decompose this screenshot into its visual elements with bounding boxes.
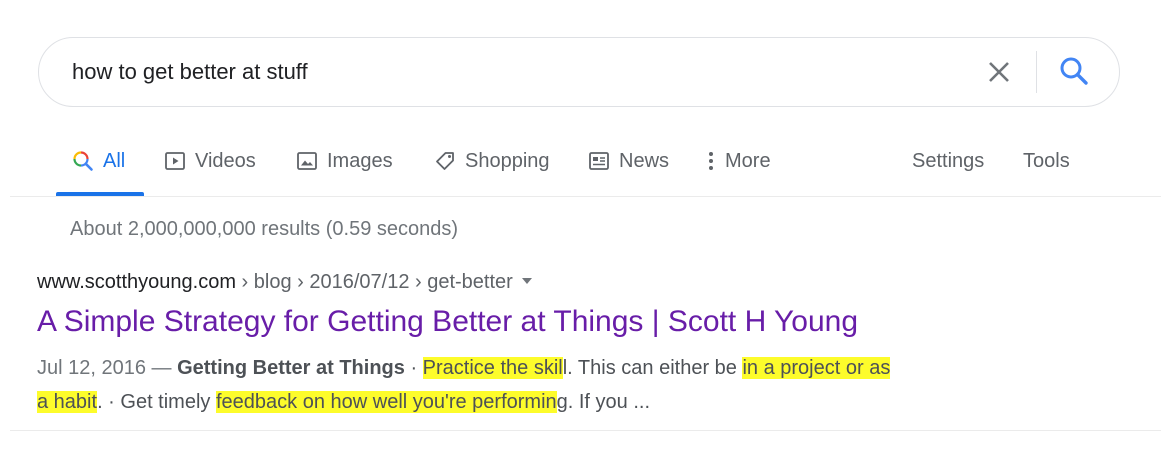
search-divider [1036, 51, 1037, 93]
search-icon [72, 150, 94, 172]
result-snippet: Jul 12, 2016 — Getting Better at Things … [37, 351, 1037, 419]
tab-shopping-label: Shopping [465, 150, 550, 172]
snippet-highlight: a habit [37, 391, 98, 413]
result-stats: About 2,000,000,000 results (0.59 second… [70, 218, 459, 240]
tab-videos[interactable]: Videos [164, 140, 256, 196]
magnifier-icon [1060, 57, 1088, 85]
image-icon [296, 150, 318, 172]
search-box[interactable] [38, 37, 1120, 107]
newspaper-icon [588, 150, 610, 172]
tab-tools[interactable]: Tools [1023, 140, 1070, 196]
tab-more-label: More [725, 150, 771, 172]
tab-news[interactable]: News [588, 140, 669, 196]
tab-videos-label: Videos [195, 150, 256, 172]
tag-icon [434, 150, 456, 172]
tab-settings-label: Settings [912, 150, 985, 172]
tab-all[interactable]: All [72, 140, 125, 196]
snippet-text: . · Get timely [97, 391, 216, 413]
snippet-bold-text: Getting Better at Things [177, 357, 405, 379]
tab-images-label: Images [327, 150, 393, 172]
result-divider [10, 430, 1161, 431]
more-vert-icon [706, 150, 716, 172]
snippet-highlight: Practice the skil [422, 357, 563, 379]
tab-shopping[interactable]: Shopping [434, 140, 550, 196]
result-url[interactable]: www.scotthyoung.com › blog › 2016/07/12 … [37, 271, 532, 294]
snippet-text: l. This can either be [562, 357, 743, 379]
tab-all-label: All [103, 150, 126, 172]
tab-tools-label: Tools [1023, 150, 1070, 172]
play-icon [164, 150, 186, 172]
chevron-down-icon[interactable] [521, 277, 532, 284]
search-input[interactable] [72, 54, 952, 90]
snippet-text: g. If you ... [556, 391, 651, 413]
result-breadcrumbs: › blog › 2016/07/12 › get-better [235, 271, 513, 293]
search-tabs: All Videos Images Shopping News More Set… [0, 140, 1161, 196]
result-date: Jul 12, 2016 — [37, 357, 178, 379]
tab-settings[interactable]: Settings [912, 140, 984, 196]
snippet-highlight: feedback on how well you're performin [215, 391, 557, 413]
tabs-divider [10, 196, 1161, 197]
tab-news-label: News [619, 150, 670, 172]
clear-search-button[interactable] [983, 56, 1015, 88]
search-button[interactable] [1057, 54, 1091, 88]
close-icon [989, 62, 1009, 82]
result-title-link[interactable]: A Simple Strategy for Getting Better at … [37, 305, 858, 339]
tab-images[interactable]: Images [296, 140, 393, 196]
snippet-text: · [404, 357, 423, 379]
result-domain: www.scotthyoung.com [37, 271, 236, 293]
tab-more[interactable]: More [706, 140, 771, 196]
snippet-highlight: in a project or as [742, 357, 891, 379]
